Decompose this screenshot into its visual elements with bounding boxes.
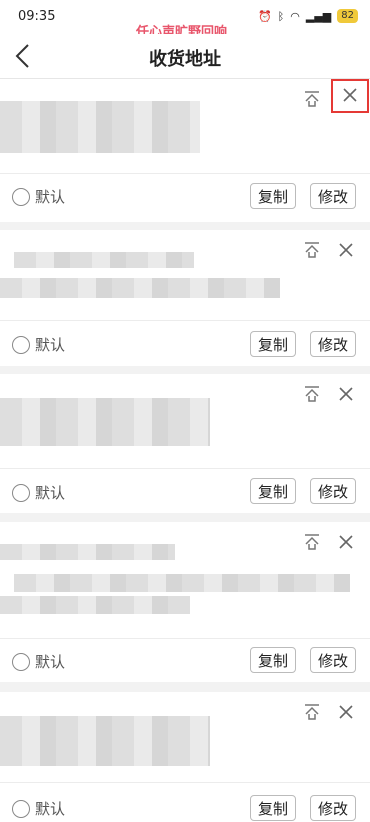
- close-icon: [339, 535, 353, 549]
- divider: [0, 638, 370, 639]
- copy-button[interactable]: 复制: [250, 795, 296, 821]
- pin-top-button[interactable]: [302, 702, 322, 722]
- copy-button[interactable]: 复制: [250, 647, 296, 673]
- edit-button[interactable]: 修改: [310, 331, 356, 357]
- status-bar: 09:35 任心声旷野回响 ⏰ ᛒ ◠ ▂▄▆ 82: [0, 0, 370, 40]
- default-radio[interactable]: [12, 336, 30, 354]
- default-radio[interactable]: [12, 188, 30, 206]
- pin-top-icon: [305, 91, 319, 107]
- delete-button[interactable]: [334, 238, 358, 262]
- address-card: 默认 复制 修改: [0, 692, 370, 822]
- default-label: 默认: [35, 800, 66, 818]
- divider: [0, 782, 370, 783]
- address-card: 默认 复制 修改: [0, 522, 370, 682]
- default-label: 默认: [35, 653, 66, 671]
- address-blurred: [0, 278, 280, 298]
- close-icon: [339, 705, 353, 719]
- address-card: 默认 复制 修改: [0, 79, 370, 222]
- bluetooth-icon: ᛒ: [277, 9, 285, 23]
- address-card: 默认 复制 修改: [0, 230, 370, 366]
- close-icon: [339, 243, 353, 257]
- default-radio[interactable]: [12, 484, 30, 502]
- divider: [0, 173, 370, 174]
- copy-button[interactable]: 复制: [250, 183, 296, 209]
- nav-bar: 收货地址: [0, 34, 370, 79]
- address-blurred-line2: [0, 596, 190, 614]
- edit-button[interactable]: 修改: [310, 183, 356, 209]
- alarm-icon: ⏰: [257, 9, 272, 23]
- signal-icon: ▂▄▆: [305, 9, 332, 23]
- page-title: 收货地址: [149, 49, 221, 70]
- edit-button[interactable]: 修改: [310, 478, 356, 504]
- address-blurred: [14, 574, 350, 592]
- default-radio[interactable]: [12, 653, 30, 671]
- delete-button[interactable]: [334, 700, 358, 724]
- pin-top-button[interactable]: [302, 89, 322, 109]
- pin-top-icon: [305, 534, 319, 550]
- delete-button[interactable]: [331, 79, 369, 113]
- default-label: 默认: [35, 188, 66, 206]
- status-icons: ⏰ ᛒ ◠ ▂▄▆ 82: [258, 9, 358, 23]
- status-time: 09:35: [18, 9, 56, 24]
- edit-button[interactable]: 修改: [310, 647, 356, 673]
- address-blurred: [0, 716, 210, 766]
- divider: [0, 320, 370, 321]
- delete-button[interactable]: [334, 382, 358, 406]
- default-label: 默认: [35, 336, 66, 354]
- default-label: 默认: [35, 484, 66, 502]
- wifi-icon: ◠: [290, 9, 300, 23]
- pin-top-button[interactable]: [302, 240, 322, 260]
- address-card: 默认 复制 修改: [0, 374, 370, 513]
- pin-top-icon: [305, 386, 319, 402]
- divider: [0, 468, 370, 469]
- copy-button[interactable]: 复制: [250, 478, 296, 504]
- edit-button[interactable]: 修改: [310, 795, 356, 821]
- battery-icon: 82: [337, 9, 358, 23]
- copy-button[interactable]: 复制: [250, 331, 296, 357]
- address-blurred: [0, 398, 210, 446]
- close-icon: [339, 387, 353, 401]
- pin-top-icon: [305, 704, 319, 720]
- delete-button[interactable]: [334, 530, 358, 554]
- default-radio[interactable]: [12, 800, 30, 818]
- address-blurred: [0, 101, 200, 153]
- pin-top-button[interactable]: [302, 532, 322, 552]
- name-phone-blurred: [14, 252, 194, 268]
- name-phone-blurred: [0, 544, 175, 560]
- close-icon: [343, 88, 357, 102]
- pin-top-button[interactable]: [302, 384, 322, 404]
- pin-top-icon: [305, 242, 319, 258]
